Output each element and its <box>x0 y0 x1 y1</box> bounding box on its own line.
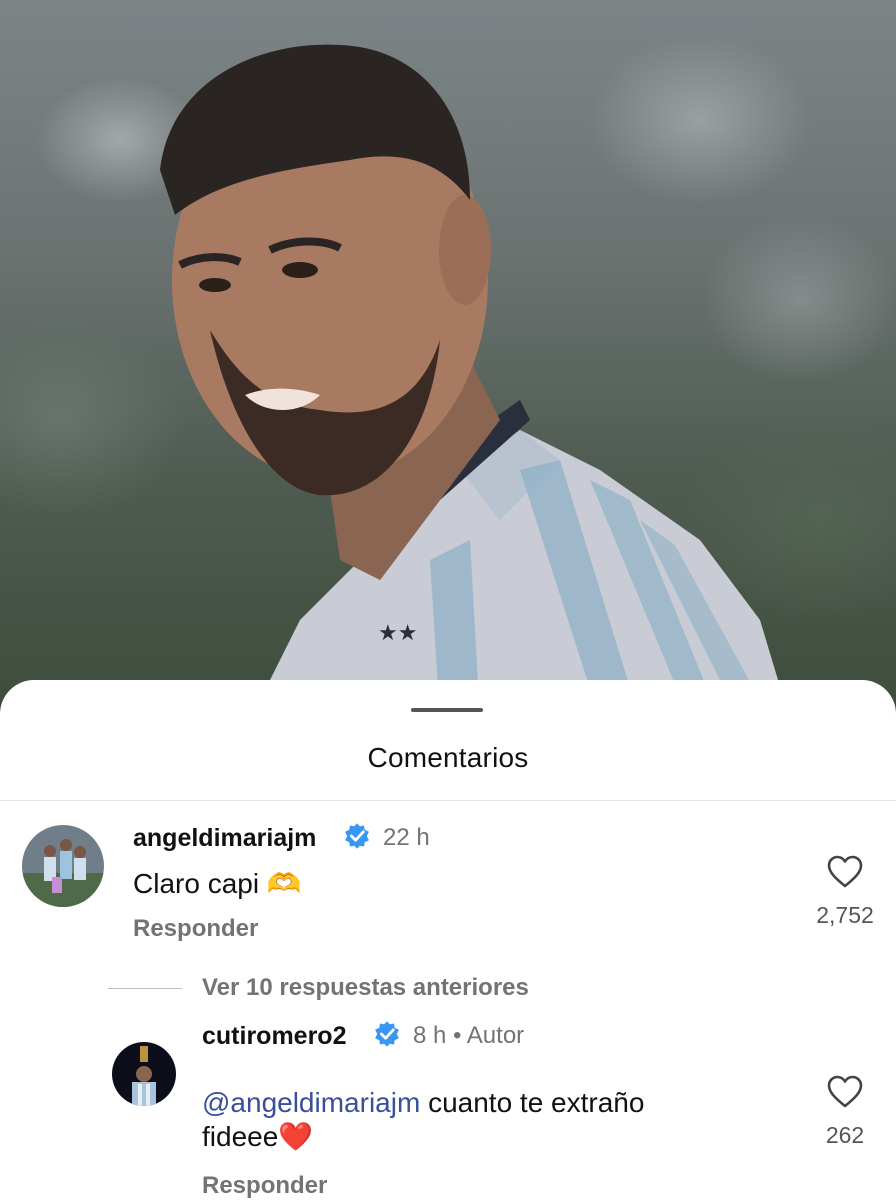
header-divider <box>0 800 896 801</box>
reply-meta: 8 h • Autor <box>413 1022 524 1050</box>
heart-outline-icon[interactable] <box>827 855 863 889</box>
reply-button[interactable]: Responder <box>133 915 258 943</box>
view-previous-replies-button[interactable]: Ver 10 respuestas anteriores <box>202 974 529 1002</box>
mention-link[interactable]: @angeldimariajm <box>202 1087 420 1118</box>
sheet-drag-handle[interactable] <box>411 708 483 712</box>
like-count: 2,752 <box>816 902 874 928</box>
reply-text-part: cuanto te extraño <box>420 1087 645 1118</box>
sheet-title: Comentarios <box>367 742 529 773</box>
verified-badge-icon <box>375 1021 399 1047</box>
reply-text-line2: fideee❤️ <box>202 1121 314 1152</box>
like-count: 262 <box>825 1122 865 1148</box>
comments-sheet: Comentarios angeldimariajm 22 h Claro ca… <box>0 680 896 1200</box>
svg-text:★★: ★★ <box>378 621 417 646</box>
comment-username[interactable]: angeldimariajm <box>133 824 316 853</box>
post-photo: ★★ <box>0 0 896 720</box>
meta-separator: • <box>453 1022 462 1049</box>
reply-time: 8 h <box>413 1022 447 1049</box>
author-badge: Autor <box>466 1022 525 1049</box>
replies-divider-line <box>108 988 182 989</box>
player-photo-illustration: ★★ <box>160 44 790 720</box>
verified-badge-icon <box>345 823 369 849</box>
reply-username[interactable]: cutiromero2 <box>202 1022 346 1051</box>
reply-text: @angeldimariajm cuanto te extraño fideee… <box>202 1086 762 1154</box>
comment-time: 22 h <box>383 824 430 851</box>
avatar[interactable] <box>22 825 104 907</box>
reply-button[interactable]: Responder <box>202 1172 327 1200</box>
comment-text: Claro capi 🫶 <box>133 868 302 899</box>
avatar[interactable] <box>112 1042 176 1106</box>
heart-outline-icon[interactable] <box>827 1075 863 1109</box>
